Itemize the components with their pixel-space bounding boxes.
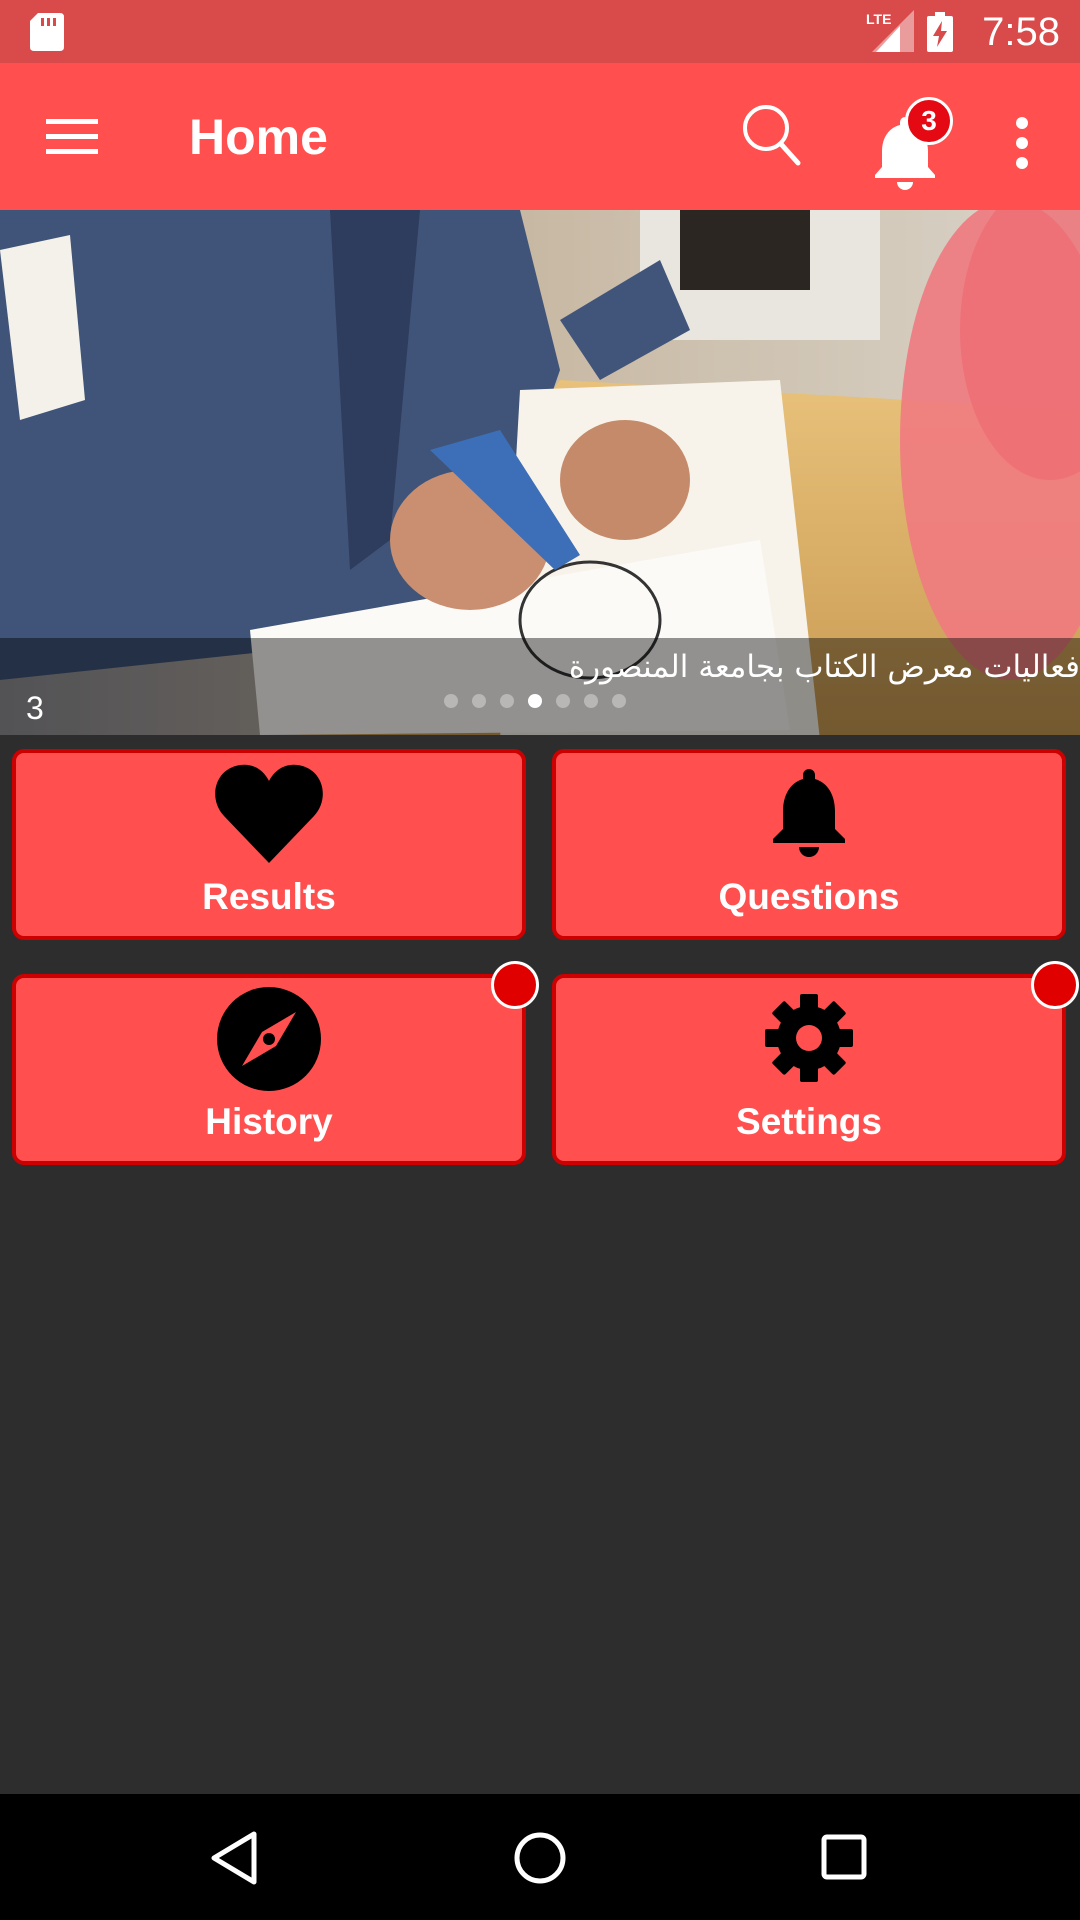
slide-indicator [444, 694, 626, 708]
more-options-button[interactable] [1010, 113, 1034, 173]
history-label: History [205, 1101, 333, 1142]
back-icon [211, 1831, 257, 1885]
back-button[interactable] [206, 1830, 266, 1886]
slide-dot[interactable] [472, 694, 486, 708]
notifications-button[interactable]: 3 [873, 97, 957, 190]
system-nav-bar [0, 1794, 1080, 1920]
gear-icon [765, 994, 853, 1082]
image-slider[interactable]: فعاليات معرض الكتاب بجامعة المنصورة 3 [0, 210, 1080, 735]
bell-icon [773, 769, 845, 857]
more-vert-icon [1016, 117, 1028, 169]
recents-button[interactable] [814, 1830, 874, 1886]
questions-tile[interactable]: Questions [552, 749, 1066, 940]
slide-dot[interactable] [444, 694, 458, 708]
slide-counter: 3 [26, 690, 44, 726]
home-button[interactable] [510, 1830, 570, 1886]
status-bar: LTE 7:58 [0, 0, 1080, 63]
results-label: Results [202, 876, 336, 917]
settings-notification-dot [1031, 961, 1079, 1009]
clock: 7:58 [982, 10, 1060, 54]
home-icon [514, 1832, 566, 1884]
questions-label: Questions [718, 876, 900, 917]
app-bar: Home 3 [0, 63, 1080, 210]
slide-dot[interactable] [584, 694, 598, 708]
results-tile[interactable]: Results [12, 749, 526, 940]
svg-text:LTE: LTE [866, 11, 891, 27]
settings-tile[interactable]: Settings [552, 961, 1079, 1165]
page-title: Home [189, 109, 328, 165]
slide-caption: فعاليات معرض الكتاب بجامعة المنصورة [568, 649, 1080, 685]
slide-dot[interactable] [556, 694, 570, 708]
slide-dot[interactable] [500, 694, 514, 708]
settings-label: Settings [736, 1101, 882, 1142]
history-tile[interactable]: History [12, 961, 539, 1165]
recents-icon [821, 1834, 867, 1880]
notification-count-badge: 3 [905, 97, 953, 145]
heart-icon [215, 764, 323, 863]
history-notification-dot [491, 961, 539, 1009]
battery-charging-icon [927, 12, 953, 52]
menu-icon [46, 119, 98, 154]
sd-card-icon [30, 13, 64, 51]
slide-dot[interactable] [612, 694, 626, 708]
compass-icon [217, 987, 321, 1091]
slide-dot-active[interactable] [528, 694, 542, 708]
search-icon [743, 105, 801, 166]
lte-signal-icon: LTE [866, 10, 914, 52]
search-button[interactable] [741, 103, 801, 167]
menu-button[interactable] [46, 115, 98, 159]
